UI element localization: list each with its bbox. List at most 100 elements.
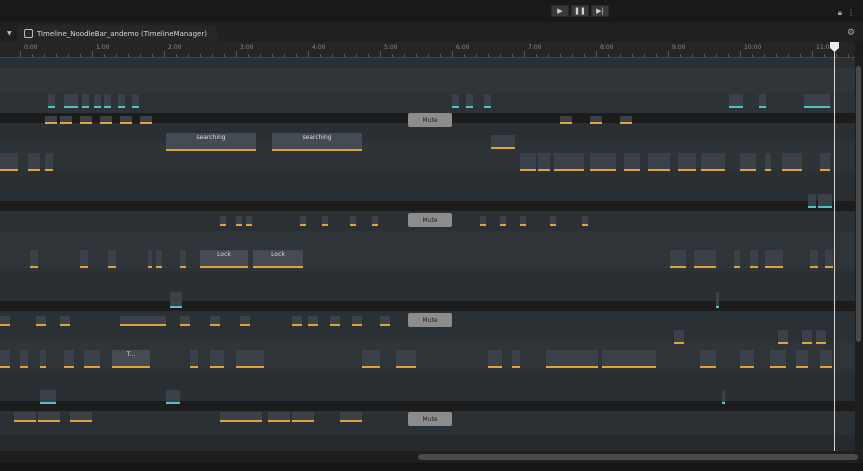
timeline-clip[interactable] xyxy=(590,153,616,171)
dropdown-arrow-icon[interactable]: ▼ xyxy=(7,30,12,37)
playhead-line[interactable] xyxy=(834,42,835,455)
track-row[interactable] xyxy=(0,58,855,68)
timeline-clip[interactable] xyxy=(292,316,302,326)
timeline-clip[interactable]: searching xyxy=(166,133,256,151)
track-row[interactable] xyxy=(0,201,855,211)
timeline-clip[interactable] xyxy=(816,330,826,344)
track-row[interactable] xyxy=(0,435,855,451)
timeline-clip[interactable] xyxy=(674,330,684,344)
timeline-clip[interactable] xyxy=(170,292,182,308)
timeline-clip[interactable] xyxy=(782,153,802,171)
timeline-clip[interactable] xyxy=(268,412,290,422)
timeline-clip[interactable] xyxy=(396,350,416,368)
timeline-clip[interactable] xyxy=(94,94,101,108)
timeline-clip[interactable] xyxy=(759,94,766,108)
mute-button[interactable]: Mute xyxy=(408,313,452,327)
track-row[interactable] xyxy=(0,171,855,201)
timeline-clip[interactable] xyxy=(602,350,654,368)
timeline-clip[interactable] xyxy=(678,153,696,171)
timeline-clip[interactable] xyxy=(722,390,725,404)
timeline-clip[interactable] xyxy=(648,153,670,171)
timeline-clip[interactable] xyxy=(220,412,242,422)
timeline-clip[interactable] xyxy=(40,350,46,368)
timeline-clip[interactable] xyxy=(372,216,378,226)
timeline-clip[interactable] xyxy=(484,94,491,108)
timeline-clip[interactable] xyxy=(352,316,362,326)
timeline-clip[interactable] xyxy=(20,350,28,368)
timeline-clip[interactable] xyxy=(156,250,162,268)
timeline-clip[interactable] xyxy=(620,116,632,124)
timeline-clip[interactable] xyxy=(210,350,224,368)
mute-button[interactable]: Mute xyxy=(408,412,452,426)
timeline-clip[interactable] xyxy=(132,94,139,108)
timeline-clip[interactable] xyxy=(38,412,60,422)
more-options-icon[interactable]: ⋮ xyxy=(847,8,855,18)
timeline-clip[interactable] xyxy=(210,316,220,326)
timeline-clip[interactable] xyxy=(40,390,56,404)
timeline-clip[interactable] xyxy=(729,94,743,108)
timeline-clip[interactable] xyxy=(100,116,112,124)
timeline-clip[interactable] xyxy=(236,216,242,226)
timeline-clip[interactable] xyxy=(108,250,116,268)
timeline-clip[interactable] xyxy=(560,116,572,124)
timeline-clip[interactable] xyxy=(650,350,656,368)
timeline-clip[interactable] xyxy=(180,250,186,268)
timeline-clip[interactable] xyxy=(765,153,771,171)
step-button[interactable]: ▶| xyxy=(591,5,609,17)
timeline-clip[interactable] xyxy=(778,330,788,344)
timeline-clip[interactable] xyxy=(694,250,716,268)
timeline-clip[interactable] xyxy=(802,330,812,344)
timeline-clip[interactable] xyxy=(104,94,111,108)
timeline-clip[interactable] xyxy=(45,116,57,124)
timeline-clip[interactable] xyxy=(70,412,92,422)
timeline-clip[interactable] xyxy=(701,153,725,171)
timeline-clip[interactable] xyxy=(770,350,786,368)
timeline-clip[interactable] xyxy=(64,350,74,368)
timeline-clip[interactable]: Lock xyxy=(253,250,303,268)
time-ruler[interactable]: 0:00 1:00 2:00 3:00 4:00 5:00 6:00 7:00 8:00 9:00… xyxy=(0,42,855,58)
track-row[interactable] xyxy=(0,93,855,113)
timeline-clip[interactable] xyxy=(700,350,716,368)
timeline-clip[interactable] xyxy=(0,350,10,368)
timeline-clip[interactable] xyxy=(240,316,250,326)
timeline-clip[interactable] xyxy=(82,94,89,108)
horizontal-scroll-thumb[interactable] xyxy=(418,454,858,460)
timeline-clip[interactable] xyxy=(716,292,719,308)
timeline-clip[interactable] xyxy=(740,350,754,368)
timeline-clip[interactable] xyxy=(550,216,556,226)
timeline-clip[interactable] xyxy=(28,153,40,171)
timeline-clip[interactable] xyxy=(466,94,473,108)
timeline-clip[interactable] xyxy=(825,250,833,268)
timeline-tab[interactable]: Timeline_NoodleBar_andemo (TimelineManag… xyxy=(18,25,218,42)
timeline-clip[interactable] xyxy=(220,216,226,226)
timeline-clip[interactable] xyxy=(308,316,318,326)
vertical-scroll-thumb[interactable] xyxy=(856,66,861,342)
track-row[interactable] xyxy=(0,141,855,171)
timeline-clip[interactable] xyxy=(60,316,70,326)
horizontal-scrollbar[interactable] xyxy=(0,451,863,463)
timeline-clip[interactable] xyxy=(491,135,515,149)
timeline-clip[interactable] xyxy=(84,350,100,368)
timeline-clip[interactable] xyxy=(45,153,53,171)
timeline-clip[interactable] xyxy=(820,153,830,171)
timeline-clip[interactable] xyxy=(80,116,92,124)
timeline-clip[interactable] xyxy=(740,153,756,171)
vertical-scrollbar[interactable] xyxy=(855,58,863,451)
timeline-clip[interactable] xyxy=(554,153,584,171)
timeline-clip[interactable] xyxy=(80,250,88,268)
timeline-clip[interactable] xyxy=(120,316,166,326)
timeline-clip[interactable] xyxy=(670,250,686,268)
track-row[interactable] xyxy=(0,231,855,271)
timeline-clip[interactable] xyxy=(820,350,832,368)
track-row[interactable] xyxy=(0,68,855,93)
gear-icon[interactable]: ⚙ xyxy=(847,28,855,38)
timeline-clip[interactable] xyxy=(546,350,598,368)
timeline-clip[interactable] xyxy=(300,216,306,226)
timeline-clip[interactable] xyxy=(380,316,390,326)
timeline-clip[interactable] xyxy=(480,216,486,226)
timeline-clip[interactable] xyxy=(512,350,520,368)
timeline-clip[interactable] xyxy=(240,412,262,422)
timeline-clip[interactable] xyxy=(190,350,198,368)
timeline-clip[interactable] xyxy=(765,250,783,268)
timeline-clip[interactable] xyxy=(590,116,602,124)
